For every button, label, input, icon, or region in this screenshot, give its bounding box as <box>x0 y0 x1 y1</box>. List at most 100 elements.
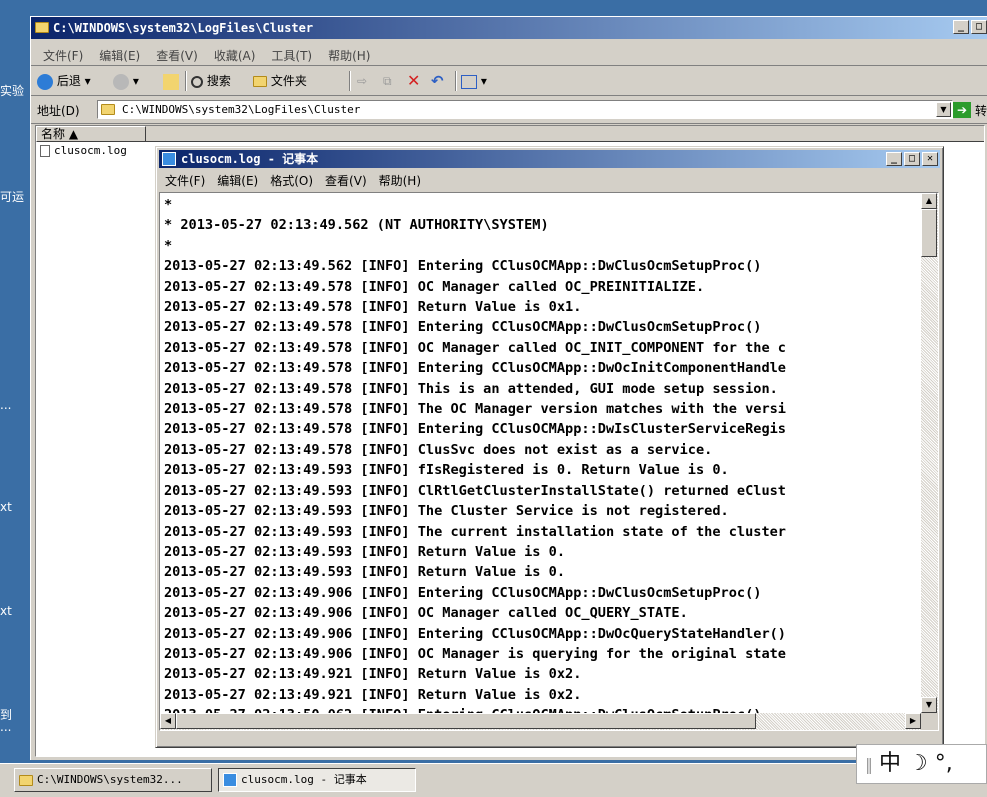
log-line: * <box>164 197 173 213</box>
address-bar: 地址(D) C:\WINDOWS\system32\LogFiles\Clust… <box>31 97 987 124</box>
scroll-right-button[interactable]: ▶ <box>905 713 921 729</box>
notepad-title-bar[interactable]: clusocm.log - 记事本 _ □ ✕ <box>159 150 940 168</box>
desktop-label[interactable]: xt <box>0 500 12 514</box>
ime-status-bar[interactable]: ‖ 中 ☽ °, <box>856 744 987 784</box>
desktop-label[interactable]: ... <box>0 398 11 412</box>
go-arrow-icon[interactable]: ➔ <box>953 102 971 118</box>
menu-tools[interactable]: 工具(T) <box>263 43 320 68</box>
desktop-label[interactable]: 实验 <box>0 82 24 99</box>
close-button[interactable]: ✕ <box>922 152 938 166</box>
undo-icon[interactable]: ↶ <box>431 72 444 90</box>
views-button[interactable]: ▾ <box>461 72 487 90</box>
up-folder-button[interactable] <box>163 72 179 90</box>
log-line: * 2013-05-27 02:13:49.562 (NT AUTHORITY\… <box>164 217 549 234</box>
menu-edit[interactable]: 编辑(E) <box>91 43 148 68</box>
log-line: 2013-05-27 02:13:49.593 [INFO] fIsRegist… <box>164 462 729 479</box>
log-line: 2013-05-27 02:13:49.578 [INFO] Entering … <box>164 319 762 336</box>
log-line: 2013-05-27 02:13:49.593 [INFO] Return Va… <box>164 543 566 560</box>
address-label: 地址(D) <box>37 104 80 118</box>
maximize-button[interactable]: □ <box>904 152 920 166</box>
folder-icon <box>35 22 49 33</box>
folder-icon <box>19 775 33 786</box>
log-line: 2013-05-27 02:13:49.578 [INFO] ClusSvc d… <box>164 441 713 458</box>
up-folder-icon <box>163 73 179 90</box>
text-file-icon <box>40 145 50 157</box>
taskbar: C:\WINDOWS\system32... clusocm.log - 记事本 <box>0 763 987 797</box>
address-input[interactable]: C:\WINDOWS\system32\LogFiles\Cluster ▼ <box>97 100 953 119</box>
desktop-icon-labels: 实验 可运 ... xt xt 到 ... <box>0 0 30 760</box>
notepad-icon <box>223 773 237 787</box>
menu-favorites[interactable]: 收藏(A) <box>206 43 264 68</box>
desktop-label[interactable]: xt <box>0 604 12 618</box>
log-line: 2013-05-27 02:13:49.578 [INFO] The OC Ma… <box>164 401 786 418</box>
log-line: 2013-05-27 02:13:49.578 [INFO] This is a… <box>164 380 778 397</box>
ime-width-icon[interactable]: ☽ <box>908 751 928 776</box>
copy-to-icon[interactable]: ⧉ <box>383 72 392 90</box>
column-header-name[interactable]: 名称 ▲ <box>36 126 146 142</box>
log-line: 2013-05-27 02:13:49.921 [INFO] Return Va… <box>164 686 582 703</box>
log-line: 2013-05-27 02:13:49.906 [INFO] OC Manage… <box>164 645 786 662</box>
log-line: 2013-05-27 02:13:49.578 [INFO] Entering … <box>164 360 786 377</box>
menu-help[interactable]: 帮助(H) <box>373 170 427 191</box>
move-to-icon[interactable]: ⇨ <box>357 72 367 90</box>
forward-button[interactable]: ▾ <box>113 72 139 90</box>
notepad-menu-bar: 文件(F) 编辑(E) 格式(O) 查看(V) 帮助(H) <box>159 170 940 190</box>
vertical-scroll-thumb[interactable] <box>921 209 937 257</box>
log-line: 2013-05-27 02:13:49.578 [INFO] OC Manage… <box>164 278 705 295</box>
taskbar-item-explorer[interactable]: C:\WINDOWS\system32... <box>14 768 212 792</box>
resize-grip[interactable] <box>921 713 938 730</box>
explorer-title-bar[interactable]: C:\WINDOWS\system32\LogFiles\Cluster _ □ <box>31 17 987 39</box>
desktop-label[interactable]: ... <box>0 720 11 734</box>
log-line: 2013-05-27 02:13:49.593 [INFO] The curre… <box>164 523 786 540</box>
forward-arrow-icon <box>113 73 129 90</box>
taskbar-item-notepad[interactable]: clusocm.log - 记事本 <box>218 768 416 792</box>
vertical-scrollbar[interactable]: ▲ ▼ <box>921 193 938 713</box>
log-line: 2013-05-27 02:13:49.906 [INFO] Entering … <box>164 584 762 601</box>
menu-file[interactable]: 文件(F) <box>31 43 91 68</box>
ime-drag-handle[interactable]: ‖ <box>865 755 873 774</box>
menu-format[interactable]: 格式(O) <box>264 170 319 191</box>
menu-help[interactable]: 帮助(H) <box>320 43 378 68</box>
scroll-up-button[interactable]: ▲ <box>921 193 937 209</box>
notepad-text-area[interactable]: * * 2013-05-27 02:13:49.562 (NT AUTHORITY… <box>159 192 939 731</box>
address-value: C:\WINDOWS\system32\LogFiles\Cluster <box>122 103 361 116</box>
log-line: 2013-05-27 02:13:49.562 [INFO] Entering … <box>164 258 762 275</box>
minimize-button[interactable]: _ <box>886 152 902 166</box>
log-line: * <box>164 237 173 254</box>
address-dropdown-button[interactable]: ▼ <box>936 102 951 117</box>
search-button[interactable]: 搜索 <box>191 72 231 90</box>
desktop-label[interactable]: 可运 <box>0 188 24 205</box>
menu-file[interactable]: 文件(F) <box>159 170 211 191</box>
search-icon <box>191 75 203 88</box>
log-line: 2013-05-27 02:13:49.578 [INFO] OC Manage… <box>164 339 786 356</box>
folders-button[interactable]: 文件夹 <box>253 72 307 90</box>
delete-icon[interactable]: ✕ <box>407 72 420 90</box>
ime-mode-toggle[interactable]: 中 <box>879 751 901 776</box>
explorer-toolbar: 后退 ▾ ▾ 搜索 文件夹 ⇨ ⧉ ✕ ↶ ▾ <box>31 67 987 96</box>
log-line: 2013-05-27 02:13:49.593 [INFO] Return Va… <box>164 564 566 581</box>
horizontal-scrollbar[interactable]: ◀ ▶ <box>160 713 921 730</box>
menu-edit[interactable]: 编辑(E) <box>211 170 264 191</box>
menu-view[interactable]: 查看(V) <box>148 43 206 68</box>
scroll-left-button[interactable]: ◀ <box>160 713 176 729</box>
log-line: 2013-05-27 02:13:49.578 [INFO] Return Va… <box>164 299 582 316</box>
folders-icon <box>253 76 267 87</box>
ime-punctuation-toggle[interactable]: °, <box>935 751 953 776</box>
maximize-button[interactable]: □ <box>971 20 987 34</box>
notepad-title: clusocm.log - 记事本 <box>181 152 319 166</box>
notepad-icon <box>162 152 176 166</box>
go-button-label[interactable]: 转 <box>975 102 987 119</box>
scroll-down-button[interactable]: ▼ <box>921 697 937 713</box>
back-button[interactable]: 后退 ▾ <box>37 72 91 90</box>
log-line: 2013-05-27 02:13:49.906 [INFO] OC Manage… <box>164 605 688 622</box>
menu-view[interactable]: 查看(V) <box>319 170 373 191</box>
log-line: 2013-05-27 02:13:49.906 [INFO] Entering … <box>164 625 786 642</box>
list-item[interactable]: clusocm.log <box>40 144 127 157</box>
log-line: 2013-05-27 02:13:49.593 [INFO] The Clust… <box>164 503 729 520</box>
folder-icon <box>101 104 115 115</box>
horizontal-scroll-thumb[interactable] <box>176 713 756 729</box>
explorer-menu-bar: 文件(F) 编辑(E) 查看(V) 收藏(A) 工具(T) 帮助(H) <box>31 43 987 66</box>
minimize-button[interactable]: _ <box>953 20 969 34</box>
notepad-window: clusocm.log - 记事本 _ □ ✕ 文件(F) 编辑(E) 格式(O) 查看(… <box>155 146 944 748</box>
views-icon <box>461 74 477 89</box>
